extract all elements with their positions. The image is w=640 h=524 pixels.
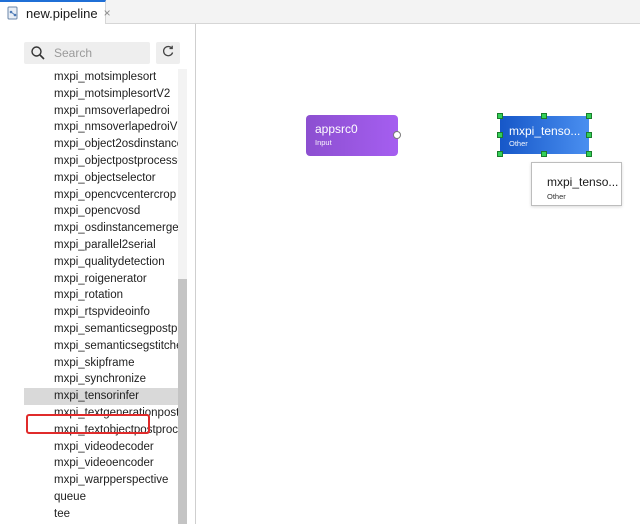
resize-handle-top-left[interactable] (497, 113, 503, 119)
tab-title: new.pipeline (26, 5, 98, 21)
plugin-list-item[interactable]: queue (24, 489, 178, 506)
plugin-list-item[interactable]: mxpi_textgenerationpostprocessor (24, 405, 178, 422)
plugin-list-item[interactable]: mxpi_opencvosd (24, 203, 178, 220)
plugin-list-item[interactable]: mxpi_videoencoder (24, 455, 178, 472)
search-box[interactable] (24, 42, 150, 64)
plugin-list-item[interactable]: mxpi_rtspvideoinfo (24, 304, 178, 321)
tab-bar: new.pipeline × (0, 0, 640, 24)
node-appsrc0[interactable]: appsrc0 Input (306, 115, 401, 156)
plugin-list-item[interactable]: mxpi_objectpostprocessor (24, 153, 178, 170)
plugin-list-item[interactable]: mxpi_warpperspective (24, 472, 178, 489)
node-mxpi-tensorinfer[interactable]: mxpi_tenso... Other (497, 113, 592, 157)
plugin-list-item[interactable]: mxpi_osdinstancemerger (24, 220, 178, 237)
plugin-list-item[interactable]: mxpi_tensorinfer (24, 388, 178, 406)
refresh-icon (161, 44, 175, 63)
search-row (24, 42, 182, 66)
plugin-sidebar: mxpi_motsimplesortmxpi_motsimplesortV2mx… (0, 24, 196, 524)
plugin-list-item[interactable]: mxpi_semanticsegstitcher (24, 338, 178, 355)
plugin-list-item[interactable]: tee (24, 506, 178, 523)
plugin-list-item[interactable]: mxpi_object2osdinstances (24, 136, 178, 153)
resize-handle-top[interactable] (541, 113, 547, 119)
plugin-list-item[interactable]: mxpi_rotation (24, 287, 178, 304)
tab-new-pipeline[interactable]: new.pipeline × (0, 0, 111, 24)
resize-handle-right[interactable] (586, 132, 592, 138)
search-input[interactable] (54, 44, 146, 62)
output-port[interactable] (393, 131, 401, 139)
scrollbar-thumb[interactable] (178, 279, 187, 524)
plugin-list-item[interactable]: mxpi_nmsoverlapedroi (24, 103, 178, 120)
resize-handle-left[interactable] (497, 132, 503, 138)
plugin-list-item[interactable]: mxpi_objectselector (24, 170, 178, 187)
node-type: Input (315, 138, 332, 147)
plugin-list-item[interactable]: mxpi_videodecoder (24, 439, 178, 456)
plugin-list-item[interactable]: mxpi_opencvcentercrop (24, 187, 178, 204)
resize-handle-top-right[interactable] (586, 113, 592, 119)
node-type: Other (509, 139, 528, 148)
plugin-list-item[interactable]: mxpi_roigenerator (24, 271, 178, 288)
plugin-list-item[interactable]: mxpi_synchronize (24, 371, 178, 388)
node-tooltip: mxpi_tenso... Other (531, 162, 622, 206)
plugin-list-scrollbar[interactable] (178, 69, 187, 524)
close-icon[interactable]: × (104, 7, 111, 19)
plugin-list-item[interactable]: mxpi_motsimplesortV2 (24, 86, 178, 103)
plugin-list-item[interactable]: mxpi_qualitydetection (24, 254, 178, 271)
plugin-list-item[interactable]: mxpi_motsimplesort (24, 69, 178, 86)
resize-handle-bottom-left[interactable] (497, 151, 503, 157)
plugin-list-item[interactable]: mxpi_nmsoverlapedroiV2 (24, 119, 178, 136)
resize-handle-bottom[interactable] (541, 151, 547, 157)
plugin-list-item[interactable]: mxpi_parallel2serial (24, 237, 178, 254)
resize-handle-bottom-right[interactable] (586, 151, 592, 157)
tooltip-name: mxpi_tenso... (547, 175, 619, 189)
pipeline-file-icon (6, 6, 20, 20)
plugin-list-item[interactable]: mxpi_textobjectpostprocessor (24, 422, 178, 439)
plugin-list-item[interactable]: mxpi_skipframe (24, 355, 178, 372)
search-icon (30, 45, 46, 61)
plugin-list: mxpi_motsimplesort mxpi_motsimplesortV2 mx… (24, 69, 178, 524)
app-window: new.pipeline × Search mxpi_motsimplesort… (0, 0, 640, 524)
node-name: appsrc0 (315, 122, 358, 136)
plugin-list-item[interactable]: mxpi_semanticsegpostprocessor (24, 321, 178, 338)
tooltip-type: Other (547, 192, 566, 201)
refresh-button[interactable] (156, 42, 180, 64)
node-name: mxpi_tenso... (509, 124, 581, 138)
pipeline-canvas[interactable]: appsrc0 Input mxpi_tenso... Other mxpi_t… (197, 24, 640, 524)
